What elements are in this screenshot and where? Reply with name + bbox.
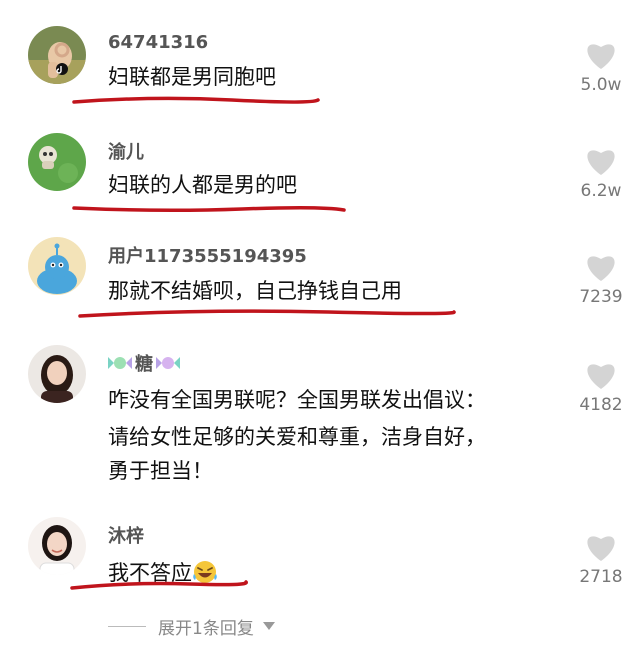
expand-replies-button[interactable]: 展开1条回复 [108,614,276,639]
like-count: 2718 [579,567,623,587]
comment-text: 我不答应 [108,556,218,590]
comment-text: 那就不结婚呗，自己挣钱自己用 [108,279,402,303]
candy-icon [156,357,180,369]
laughing-emoji-icon [193,561,217,583]
like-count: 5.0w [580,75,622,95]
comment-text: 妇联的人都是男的吧 [108,173,297,197]
heart-icon [587,256,615,281]
username[interactable]: 用户1173555194395 [108,242,307,268]
comment-text-line: 请给女性足够的关爱和尊重，洁身自好， [108,425,486,449]
red-underline [72,205,346,213]
like-count: 6.2w [580,181,622,201]
candy-icon [108,357,132,369]
like-button[interactable]: 2718 [574,532,628,587]
avatar[interactable] [28,517,86,575]
comment-text-line: 勇于担当！ [108,459,213,483]
comment-text-line: 咋没有全国男联呢？全国男联发出倡议： [108,388,486,412]
comment-text: 妇联都是男同胞吧 [108,65,276,89]
expand-replies-label: 展开1条回复 [158,618,254,639]
like-button[interactable]: 7239 [574,252,628,307]
avatar[interactable] [28,26,86,84]
heart-icon [587,364,615,389]
avatar[interactable] [28,237,86,295]
avatar[interactable] [28,133,86,191]
like-count: 4182 [579,395,623,415]
username[interactable]: 渝儿 [108,138,144,164]
heart-icon [587,44,615,69]
username[interactable]: 64741316 [108,32,208,53]
like-button[interactable]: 4182 [574,360,628,415]
comment-text-content: 我不答应 [108,561,192,585]
heart-icon [587,150,615,175]
heart-icon [587,536,615,561]
username-text: 糖 [135,354,153,375]
like-count: 7239 [579,287,623,307]
red-underline [72,96,320,104]
avatar[interactable] [28,345,86,403]
username[interactable]: 糖 [108,350,180,376]
chevron-down-icon [262,622,275,630]
like-button[interactable]: 5.0w [574,40,628,95]
like-button[interactable]: 6.2w [574,146,628,201]
divider [108,625,146,627]
username[interactable]: 沐梓 [108,522,144,548]
